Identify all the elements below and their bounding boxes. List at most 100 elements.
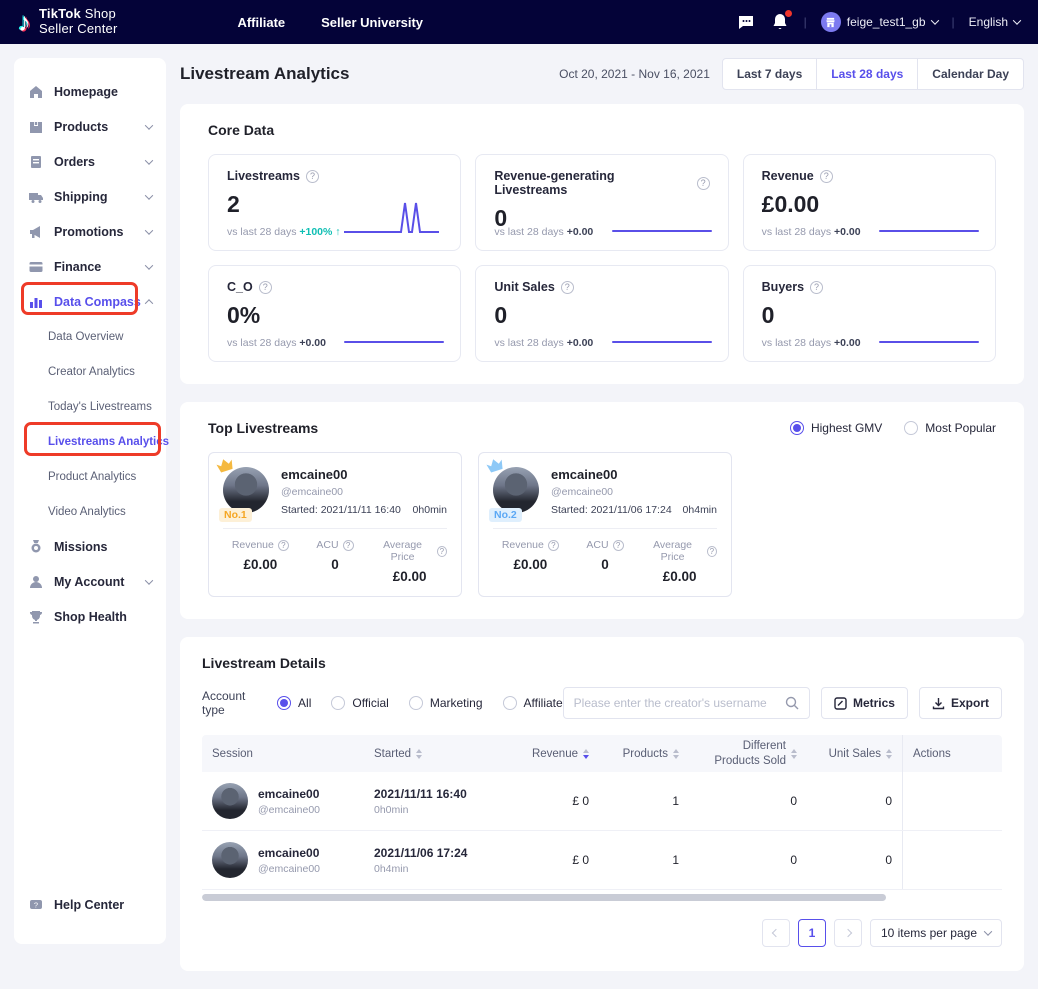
sort-icon[interactable]: [791, 749, 797, 759]
kpi-delta: +0.00: [567, 337, 594, 349]
search-icon[interactable]: [785, 696, 799, 710]
sidebar-item-data-compass[interactable]: Data Compass: [14, 284, 166, 319]
sidebar-subitem-product-analytics[interactable]: Product Analytics: [14, 459, 166, 494]
help-tooltip-icon[interactable]: ?: [820, 170, 833, 183]
stat-label: Revenue: [232, 539, 274, 551]
sidebar-subitem-livestreams-analytics[interactable]: Livestreams Analytics: [14, 424, 166, 459]
sidebar-item-my-account[interactable]: My Account: [14, 564, 166, 599]
page-size-select[interactable]: 10 items per page: [870, 919, 1002, 947]
help-tooltip-icon[interactable]: ?: [259, 281, 272, 294]
sidebar-item-missions[interactable]: Missions: [14, 529, 166, 564]
subitem-label: Creator Analytics: [48, 366, 135, 378]
column-header-different-products-sold[interactable]: Different Products Sold: [689, 739, 807, 768]
help-tooltip-icon[interactable]: ?: [343, 540, 354, 551]
previous-page-button[interactable]: [762, 919, 790, 947]
help-tooltip-icon[interactable]: ?: [548, 540, 559, 551]
creator-name: emcaine00: [258, 846, 320, 860]
sidebar-label: Orders: [54, 155, 95, 169]
kpi-card-revenue-generating-livestreams: Revenue-generating Livestreams ? 0 vs la…: [475, 154, 728, 251]
sidebar-item-products[interactable]: Products: [14, 109, 166, 144]
sort-icon[interactable]: [886, 749, 892, 759]
kpi-title: C_O: [227, 280, 253, 294]
stat-label: Revenue: [502, 539, 544, 551]
radio-account-type-marketing[interactable]: Marketing: [409, 696, 483, 710]
sidebar-item-finance[interactable]: Finance: [14, 249, 166, 284]
help-tooltip-icon[interactable]: ?: [613, 540, 624, 551]
sort-icon-active-desc[interactable]: [583, 749, 589, 759]
radio-icon: [790, 421, 804, 435]
table-row[interactable]: emcaine00 @emcaine00 2021/11/11 16:40 0h…: [202, 772, 1002, 831]
top-livestream-card-1[interactable]: No.1 emcaine00 @emcaine00 Started: 2021/…: [208, 452, 462, 597]
radio-highest-gmv[interactable]: Highest GMV: [790, 421, 882, 435]
sidebar-item-help-center[interactable]: ? Help Center: [14, 887, 166, 922]
sidebar-subitem-todays-livestreams[interactable]: Today's Livestreams: [14, 389, 166, 424]
duration: 0h0min: [374, 804, 504, 816]
creator-search-input[interactable]: [574, 696, 785, 710]
help-tooltip-icon[interactable]: ?: [697, 177, 710, 190]
sidebar-item-shop-health[interactable]: Shop Health: [14, 599, 166, 634]
help-tooltip-icon[interactable]: ?: [810, 281, 823, 294]
nav-link-seller-university[interactable]: Seller University: [321, 15, 423, 30]
last-7-days-button[interactable]: Last 7 days: [722, 58, 817, 90]
sidebar-subitem-creator-analytics[interactable]: Creator Analytics: [14, 354, 166, 389]
radio-most-popular[interactable]: Most Popular: [904, 421, 996, 435]
kpi-title: Revenue-generating Livestreams: [494, 169, 690, 197]
duration: 0h0min: [413, 504, 447, 516]
top-livestream-card-2[interactable]: No.2 emcaine00 @emcaine00 Started: 2021/…: [478, 452, 732, 597]
help-tooltip-icon[interactable]: ?: [306, 170, 319, 183]
notifications-bell-icon[interactable]: [770, 12, 790, 32]
nav-link-affiliate[interactable]: Affiliate: [237, 15, 285, 30]
table-header-row: Session Started Revenue Products Differe…: [202, 735, 1002, 772]
sidebar-label: Finance: [54, 260, 101, 274]
chevron-down-icon: [145, 226, 153, 234]
sidebar-item-orders[interactable]: Orders: [14, 144, 166, 179]
column-header-revenue[interactable]: Revenue: [514, 748, 599, 760]
chevron-down-icon: [984, 927, 992, 935]
stat-label: ACU: [316, 539, 338, 551]
last-28-days-button[interactable]: Last 28 days: [816, 58, 918, 90]
actions-cell: [902, 831, 1002, 889]
column-header-started[interactable]: Started: [364, 748, 514, 760]
sidebar-subitem-data-overview[interactable]: Data Overview: [14, 319, 166, 354]
compare-label: vs last 28 days: [762, 337, 831, 349]
calendar-day-button[interactable]: Calendar Day: [917, 58, 1024, 90]
radio-account-type-all[interactable]: All: [277, 696, 311, 710]
pagination: 1 10 items per page: [202, 919, 1002, 947]
top-livestreams-panel: Top Livestreams Highest GMV Most Popular: [180, 402, 1024, 619]
creator-handle: @emcaine00: [258, 804, 320, 816]
rank-badge: No.2: [489, 508, 522, 522]
column-header-products[interactable]: Products: [599, 748, 689, 760]
account-menu[interactable]: feige_test1_gb: [821, 12, 938, 32]
rank-badge: No.1: [219, 508, 252, 522]
metrics-button[interactable]: Metrics: [821, 687, 908, 719]
sidebar: Homepage Products Orders Shipping Promot…: [14, 58, 166, 944]
table-row[interactable]: emcaine00 @emcaine00 2021/11/06 17:24 0h…: [202, 831, 1002, 890]
stat-value: 0: [568, 557, 643, 572]
page-number-button[interactable]: 1: [798, 919, 826, 947]
tiktok-note-icon: ♪: [18, 9, 31, 35]
sidebar-subitem-video-analytics[interactable]: Video Analytics: [14, 494, 166, 529]
horizontal-scrollbar[interactable]: [202, 894, 886, 901]
help-tooltip-icon[interactable]: ?: [437, 546, 447, 557]
next-page-button[interactable]: [834, 919, 862, 947]
sidebar-item-homepage[interactable]: Homepage: [14, 74, 166, 109]
chevron-down-icon: [930, 16, 938, 24]
creator-avatar: [493, 467, 539, 513]
export-button[interactable]: Export: [919, 687, 1002, 719]
sort-icon[interactable]: [416, 749, 422, 759]
radio-account-type-official[interactable]: Official: [331, 696, 388, 710]
radio-account-type-affiliate[interactable]: Affiliate: [503, 696, 563, 710]
help-tooltip-icon[interactable]: ?: [561, 281, 574, 294]
tiktok-shop-logo[interactable]: ♪ TikTok Shop Seller Center: [18, 7, 117, 37]
language-selector[interactable]: English: [969, 15, 1020, 29]
sidebar-item-shipping[interactable]: Shipping: [14, 179, 166, 214]
sidebar-item-promotions[interactable]: Promotions: [14, 214, 166, 249]
help-tooltip-icon[interactable]: ?: [278, 540, 289, 551]
messages-icon[interactable]: [736, 12, 756, 32]
subitem-label: Video Analytics: [48, 506, 126, 518]
help-tooltip-icon[interactable]: ?: [707, 546, 717, 557]
top-livestreams-title: Top Livestreams: [208, 420, 318, 436]
subitem-label: Product Analytics: [48, 471, 136, 483]
column-header-unit-sales[interactable]: Unit Sales: [807, 748, 902, 760]
sort-icon[interactable]: [673, 749, 679, 759]
